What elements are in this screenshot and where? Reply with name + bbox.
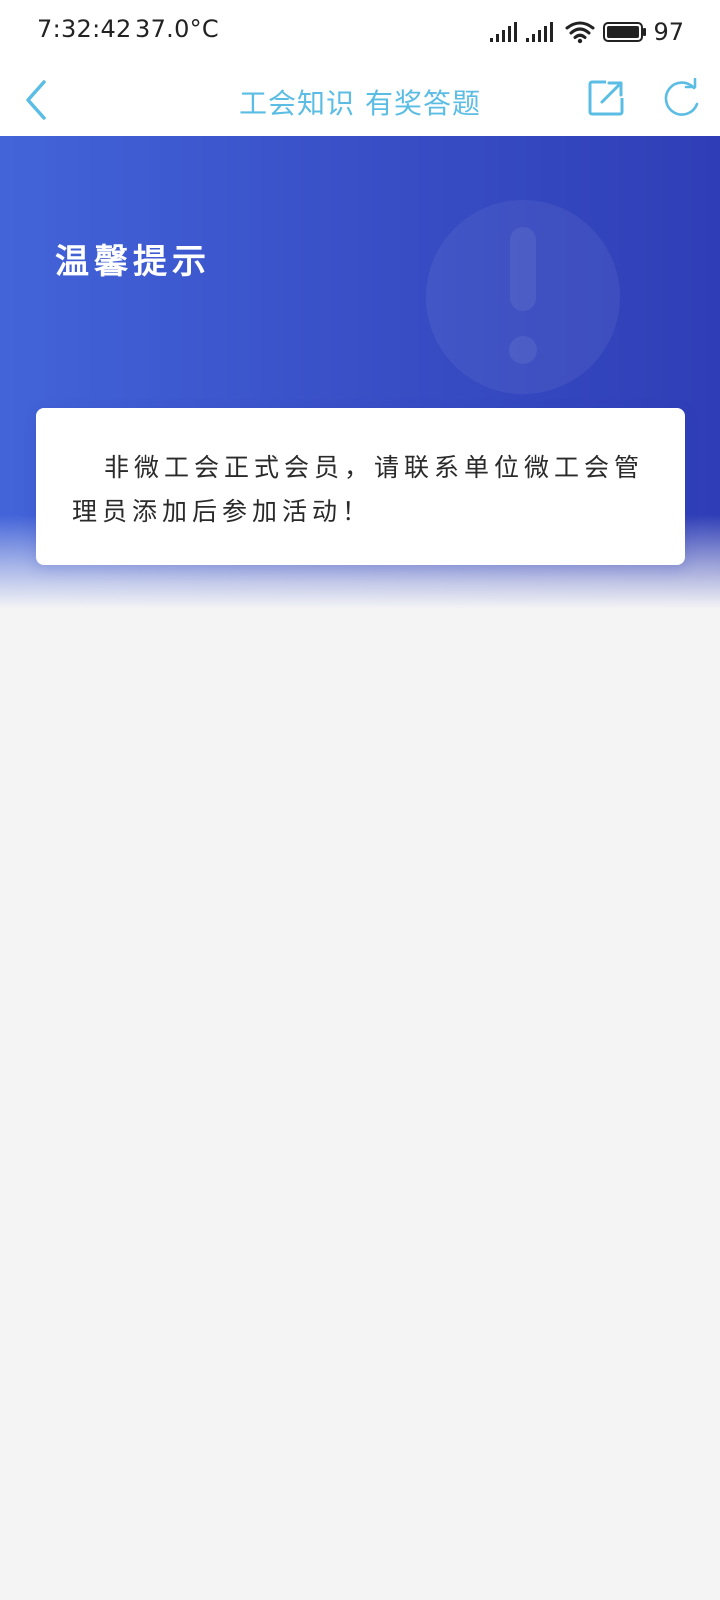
battery-level: 97	[653, 18, 684, 46]
share-icon[interactable]	[586, 78, 626, 118]
hero-title: 温馨提示	[55, 242, 211, 282]
signal-icon	[490, 22, 518, 42]
refresh-icon[interactable]	[660, 78, 702, 120]
status-bar: 7:32:42 37.0°C 97	[0, 0, 720, 64]
status-time: 7:32:42	[37, 15, 132, 43]
notice-card: 非微工会正式会员，请联系单位微工会管理员添加后参加活动！	[36, 408, 685, 565]
nav-bar: 工会知识 有奖答题	[0, 64, 720, 136]
exclamation-icon	[426, 200, 620, 394]
wifi-icon	[565, 21, 595, 44]
battery-icon	[603, 22, 647, 42]
status-temperature: 37.0°C	[135, 15, 219, 43]
notice-message: 非微工会正式会员，请联系单位微工会管理员添加后参加活动！	[72, 453, 645, 526]
status-indicators: 97	[489, 17, 684, 47]
signal-icon	[526, 22, 554, 42]
